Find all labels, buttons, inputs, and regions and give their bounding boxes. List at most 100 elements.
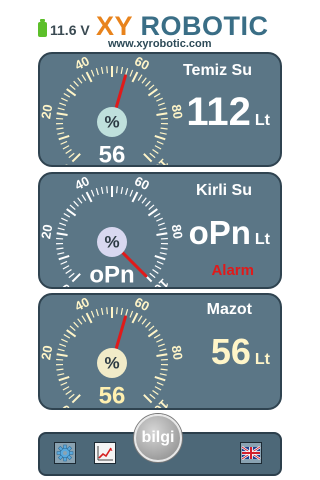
gauge-tick	[100, 307, 104, 315]
gauge-panel-kirli-su[interactable]: 0 20 40 60 80 100% oPn Kirli Su oPn Lt Alarm	[38, 172, 282, 289]
gauge-percent-symbol: %	[104, 112, 119, 131]
gauge-tick	[85, 191, 93, 203]
gauge-tick	[141, 318, 147, 325]
gauge-tick	[66, 329, 77, 338]
gauge-tick	[71, 273, 81, 283]
gauge-tick	[148, 204, 155, 211]
gauge-tick	[65, 390, 72, 395]
gauge-title: Mazot	[206, 301, 252, 318]
gauge-tick	[156, 140, 164, 145]
gauge-tick	[159, 132, 167, 135]
gauge-tick	[59, 343, 67, 347]
gauge-tick	[154, 254, 166, 261]
gauge-tick	[116, 307, 118, 315]
gauge-tick	[153, 212, 161, 218]
gauge-tick	[131, 71, 139, 83]
app-header: 11.6 V XY ROBOTIC www.xyrobotic.com	[0, 0, 320, 50]
language-button[interactable]	[240, 442, 262, 464]
gauge-tick	[68, 272, 75, 279]
gauge-tick	[69, 84, 76, 91]
uk-flag-icon	[241, 446, 261, 460]
gauge-tick	[125, 188, 129, 196]
gauge-tick	[60, 381, 68, 386]
gauge-tick-label: 80	[169, 344, 186, 361]
gauge-tick	[106, 307, 108, 315]
gauge-unit: Lt	[254, 351, 270, 368]
gauge-tick	[57, 373, 65, 376]
gauge-tick	[65, 149, 72, 154]
gauge-tick	[66, 88, 77, 97]
gauge-tick	[149, 272, 156, 279]
gauge-tick-label: 40	[72, 295, 92, 314]
gauge-tick	[73, 80, 79, 87]
gauge-tick-label: 0	[57, 161, 73, 167]
gauge-tick	[73, 321, 79, 328]
chart-button[interactable]	[94, 442, 116, 464]
gauge-tick	[145, 200, 151, 207]
gauge-tick	[95, 188, 99, 196]
gauge-tick	[57, 227, 65, 231]
bilgi-button[interactable]: bilgi	[134, 414, 182, 462]
gauge-tick	[143, 394, 153, 404]
gauge-tick	[116, 66, 118, 74]
gauge-percent-readout: 56	[99, 382, 126, 409]
gauge-tick	[160, 368, 168, 371]
gauge-tick	[95, 68, 99, 76]
battery-voltage: 11.6 V	[50, 22, 90, 38]
gauge-tick	[152, 269, 159, 274]
gauge-tick	[147, 88, 158, 97]
gauge-tick	[63, 212, 71, 218]
gauge-tick	[129, 69, 134, 77]
gauge-tick	[156, 232, 168, 236]
gauge-panel-mazot[interactable]: 0 20 40 60 80 100% 56 Mazot 56 Lt	[38, 293, 282, 410]
gauge-tick	[141, 197, 147, 204]
gauge-tick	[147, 329, 158, 338]
gauge-tick	[66, 208, 77, 217]
gauge-tick-label: 100	[146, 156, 172, 167]
gauge-value: 56 Lt	[211, 331, 270, 373]
gauge-tick	[159, 348, 167, 352]
gauge-percent-readout: oPn	[89, 261, 134, 288]
gauge-tick	[120, 307, 124, 315]
gauge-tick	[152, 149, 159, 154]
gauge-tick	[153, 92, 161, 98]
gauge-tick	[156, 338, 163, 343]
gauge-tick	[129, 189, 134, 197]
gauge-tick	[85, 312, 93, 324]
gauge-tick-label: 20	[40, 344, 55, 361]
gauge-tick	[60, 260, 68, 265]
gauge-tick-label: 0	[57, 281, 73, 289]
gauge-tick	[56, 112, 68, 116]
gauge-tick	[95, 309, 99, 317]
gauge-tick	[69, 325, 76, 332]
gauge-tick	[156, 112, 168, 116]
gauge-tick	[149, 152, 156, 159]
gauge-tick	[157, 343, 165, 347]
gauge-needle	[114, 315, 127, 352]
gauge-tick	[145, 80, 151, 87]
gauge-tick	[62, 145, 70, 150]
gauge-tick	[85, 71, 93, 83]
gauge-tick	[57, 252, 65, 255]
gauge-tick	[56, 353, 68, 357]
gauge-tick-label: 60	[132, 295, 152, 314]
gauge-tick	[160, 127, 168, 130]
settings-button[interactable]	[54, 442, 76, 464]
gauge-tick	[137, 315, 143, 322]
brand-xy: XY	[96, 11, 133, 41]
gauge-tick	[56, 127, 64, 130]
gauge-tick-label: 100	[146, 276, 172, 289]
gauge-tick	[60, 140, 68, 145]
gauge-tick-label: 60	[132, 54, 152, 73]
gauge-tick	[156, 353, 168, 357]
gauge-panel-temiz-su[interactable]: 0 20 40 60 80 100% 56 Temiz Su 112 Lt	[38, 52, 282, 167]
gauge-tick	[106, 66, 108, 74]
gauge-tick	[58, 254, 70, 261]
gauge-tick	[62, 265, 70, 270]
gauge-tick	[59, 222, 67, 226]
gauge-tick	[131, 312, 139, 324]
gauge-tick	[129, 310, 134, 318]
gauge-tick	[73, 200, 79, 207]
gauge-percent-readout: 56	[99, 141, 126, 167]
gauge-tick	[125, 309, 129, 317]
